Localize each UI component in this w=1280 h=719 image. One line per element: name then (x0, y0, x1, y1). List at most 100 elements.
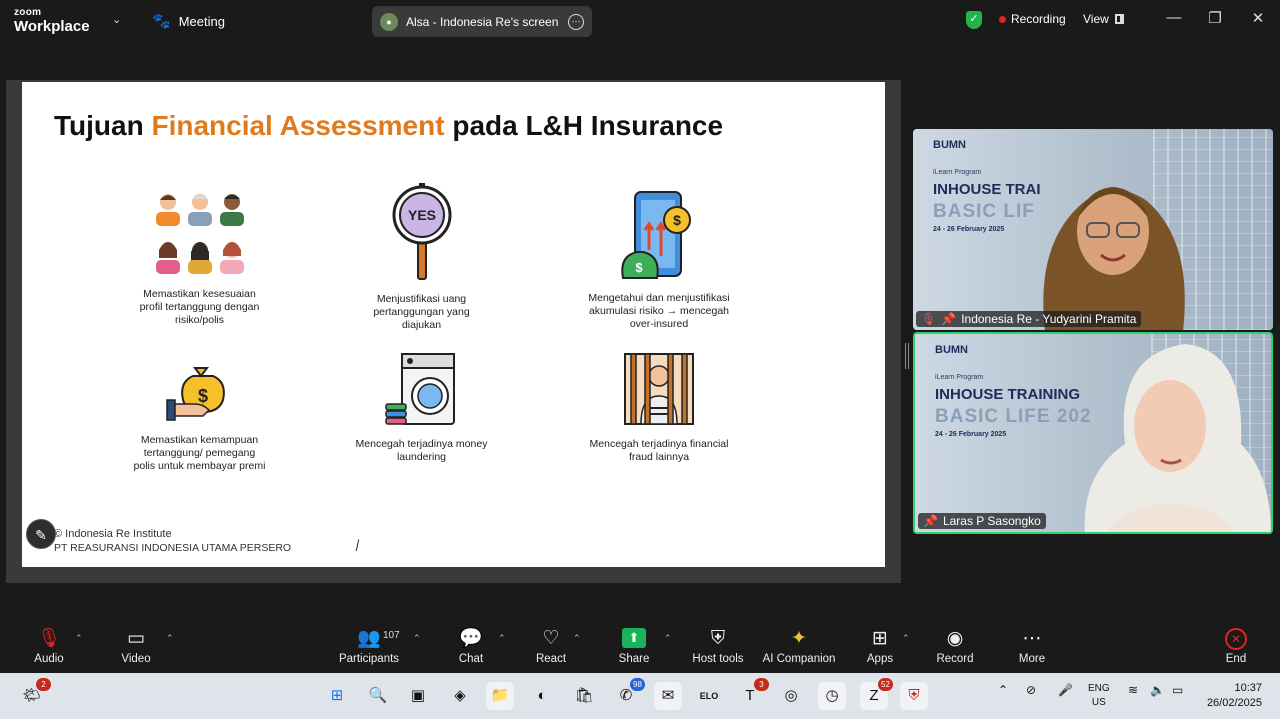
battery-icon[interactable]: ▭ (1172, 683, 1183, 697)
view-layout-icon (1114, 14, 1124, 24)
zoom-window: zoom Workplace ⌄ 🐾 Meeting ● Alsa - Indo… (0, 0, 1280, 719)
slide-item: $ Memastikan kemampuan tertanggung/ peme… (132, 360, 267, 473)
teams-icon[interactable]: T3 (736, 678, 769, 710)
security-app-icon[interactable]: ⛨ (900, 682, 928, 710)
screen-share-indicator[interactable]: ● Alsa - Indonesia Re's screen ··· (372, 6, 592, 37)
video-tile-active-speaker[interactable]: BUMN iLearn Program INHOUSE TRAINING BAS… (913, 332, 1273, 534)
pin-icon: 📌 (923, 514, 938, 528)
lang-top: ENG (1088, 683, 1110, 694)
svg-text:$: $ (635, 260, 643, 275)
item-text: Memastikan kesesuaian profil tertanggung… (139, 288, 260, 326)
wifi-icon[interactable]: ≋ (1128, 683, 1138, 697)
react-label: React (535, 653, 567, 665)
edge-icon[interactable]: ◐ (528, 682, 556, 710)
paw-icon: 🐾 (152, 13, 171, 30)
ai-companion-label: AI Companion (762, 653, 836, 665)
network-off-icon[interactable]: ⊘ (1026, 683, 1036, 697)
apps-icon: ⊞ (872, 628, 888, 649)
language-indicator[interactable]: ENG US (1088, 682, 1110, 710)
audio-button[interactable]: 🎙 Audio (32, 628, 66, 665)
teams-badge: 3 (754, 678, 769, 691)
recording-label: Recording (1011, 12, 1066, 26)
participant-video (1043, 187, 1185, 330)
outlook-icon[interactable]: ✉ (654, 682, 682, 710)
restore-icon[interactable]: ❐ (1205, 9, 1225, 27)
recording-indicator[interactable]: Recording (999, 12, 1066, 26)
panel-resize-handle[interactable] (905, 343, 909, 369)
share-screen-icon: ⬆ (614, 628, 654, 650)
apps-button[interactable]: ⊞ Apps (862, 628, 898, 665)
microphone-icon[interactable]: 🎤 (1058, 683, 1073, 697)
system-clock[interactable]: 10:37 26/02/2025 (1207, 681, 1262, 711)
more-button[interactable]: ⋯ More (1014, 628, 1050, 665)
hand-money-bag-icon: $ (132, 360, 267, 426)
react-caret-icon[interactable]: ⌃ (573, 633, 581, 644)
slide-item: Memastikan kesesuaian profil tertanggung… (132, 190, 267, 327)
program-label: iLearn Program (935, 374, 984, 381)
chrome-icon[interactable]: ◎ (777, 682, 805, 710)
more-label: More (1018, 653, 1046, 665)
end-call-icon: ✕ (1220, 628, 1252, 650)
volume-icon[interactable]: 🔈 (1150, 683, 1165, 697)
chat-caret-icon[interactable]: ⌃ (498, 633, 506, 644)
close-icon[interactable]: ✕ (1248, 9, 1268, 27)
app-icon[interactable]: ◷ (818, 682, 846, 710)
participant-name: Indonesia Re - Yudyarini Pramita (961, 312, 1137, 326)
chat-button[interactable]: 💬 Chat (452, 628, 490, 665)
brand-main: Workplace (14, 18, 90, 35)
ai-companion-button[interactable]: ✦ AI Companion (760, 628, 838, 665)
participant-name-tag: 📌 Laras P Sasongko (918, 513, 1046, 529)
react-button[interactable]: ♡ React (532, 628, 570, 665)
item-text: Menjustifikasi uang pertanggungan yang d… (373, 293, 470, 331)
brand-top: zoom (14, 7, 42, 18)
zoom-logo[interactable]: zoom Workplace (14, 7, 90, 35)
chat-label: Chat (458, 653, 484, 665)
search-icon[interactable]: 🔍 (364, 682, 392, 710)
share-caret-icon[interactable]: ⌃ (664, 633, 672, 644)
host-tools-label: Host tools (692, 653, 744, 665)
share-label: Share (618, 653, 650, 665)
apps-caret-icon[interactable]: ⌃ (902, 633, 910, 644)
video-tile[interactable]: BUMN iLearn Program INHOUSE TRAI BASIC L… (913, 129, 1273, 330)
participant-name-tag: 🎙 📌 Indonesia Re - Yudyarini Pramita (916, 311, 1142, 327)
end-button[interactable]: ✕ End (1220, 628, 1252, 665)
store-icon[interactable]: 🛍 (570, 682, 598, 710)
program-label: iLearn Program (933, 169, 982, 176)
record-button[interactable]: ◉ Record (934, 628, 976, 665)
slide-footer-copyright: © Indonesia Re Institute (54, 528, 172, 540)
zoom-taskbar-icon[interactable]: Z 52 (860, 678, 893, 710)
video-options-caret-icon[interactable]: ⌃ (166, 633, 174, 644)
chevron-down-icon[interactable]: ⌄ (112, 13, 121, 26)
meeting-info-button[interactable]: 🐾 Meeting (152, 12, 225, 30)
clock-date: 26/02/2025 (1206, 697, 1262, 709)
meeting-toolbar: 🎙 Audio ⌃ ▭ Video ⌃ 👥 Participants 107 ⌃… (0, 620, 1280, 673)
washing-machine-icon (354, 352, 489, 430)
minimize-icon[interactable]: — (1164, 9, 1184, 26)
copilot-icon[interactable]: ◈ (446, 682, 474, 710)
item-text: Mengetahui dan menjustifikasi akumulasi … (588, 292, 730, 330)
task-view-icon[interactable]: ▣ (404, 682, 432, 710)
slide-item: YES Menjustifikasi uang pertanggungan ya… (354, 183, 489, 332)
pin-icon: 📌 (941, 312, 957, 326)
elo-app-icon[interactable]: ELO (695, 682, 723, 710)
host-tools-button[interactable]: ⛨ Host tools (688, 628, 748, 665)
slide-item: Mencegah terjadinya financial fraud lain… (586, 352, 732, 464)
slide-item: $ $ Mengetahui dan menjustifikasi akumul… (584, 190, 734, 331)
lang-bottom: US (1091, 697, 1106, 708)
item-text: Mencegah terjadinya financial fraud lain… (589, 438, 729, 463)
audio-options-caret-icon[interactable]: ⌃ (75, 633, 83, 644)
more-options-icon[interactable]: ··· (568, 13, 584, 30)
video-button[interactable]: ▭ Video (118, 628, 154, 665)
participants-caret-icon[interactable]: ⌃ (413, 633, 421, 644)
file-explorer-icon[interactable]: 📁 (486, 682, 514, 710)
annotate-pen-icon[interactable]: ✎ (26, 519, 56, 549)
encryption-shield-icon[interactable]: ✓ (966, 11, 982, 29)
whatsapp-icon[interactable]: ✆ 98 (612, 678, 645, 710)
svg-text:YES: YES (407, 207, 435, 223)
share-button[interactable]: ⬆ Share (614, 628, 654, 665)
windows-start-icon[interactable]: ⊞ (323, 682, 351, 710)
tray-overflow-icon[interactable]: ⌃ (998, 683, 1008, 697)
weather-icon[interactable]: 🌤 2 (18, 678, 51, 710)
video-label: Video (121, 653, 151, 665)
view-button[interactable]: View (1083, 12, 1124, 26)
